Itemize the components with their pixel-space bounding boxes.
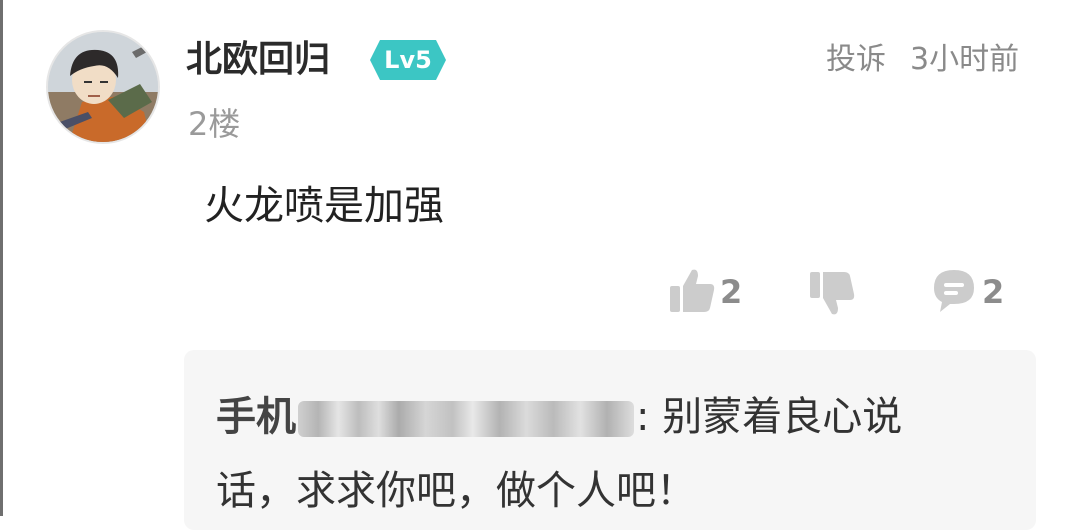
report-link[interactable]: 投诉 [826, 40, 886, 80]
redacted-username [298, 401, 634, 437]
reply-line-1: 手机: 别蒙着良心说 [216, 390, 902, 444]
avatar[interactable] [46, 30, 160, 144]
post-time: 3小时前 [910, 42, 1020, 77]
reply-text-line2: 话，求求你吧，做个人吧！ [216, 468, 696, 514]
dislike-button[interactable] [808, 266, 864, 318]
floor-number: 2楼 [188, 105, 241, 143]
avatar-image [48, 32, 158, 142]
thumbs-up-icon [670, 269, 715, 312]
like-count: 2 [720, 273, 743, 311]
reply-count: 2 [982, 273, 1005, 311]
window-edge [0, 0, 3, 516]
reply-button[interactable]: 2 [930, 266, 1010, 318]
comment-bubble-icon [934, 270, 974, 312]
level-badge: Lv5 [370, 40, 446, 80]
thumbs-down-icon [810, 272, 855, 315]
comment-text: 火龙喷是加强 [204, 183, 444, 229]
reply-author-separator: : [636, 394, 650, 440]
reply-author[interactable]: 手机 [216, 394, 296, 440]
like-button[interactable]: 2 [668, 266, 748, 318]
username[interactable]: 北欧回归 [186, 36, 330, 84]
level-label: Lv5 [384, 46, 432, 74]
reply-text-line1: 别蒙着良心说 [662, 394, 903, 440]
